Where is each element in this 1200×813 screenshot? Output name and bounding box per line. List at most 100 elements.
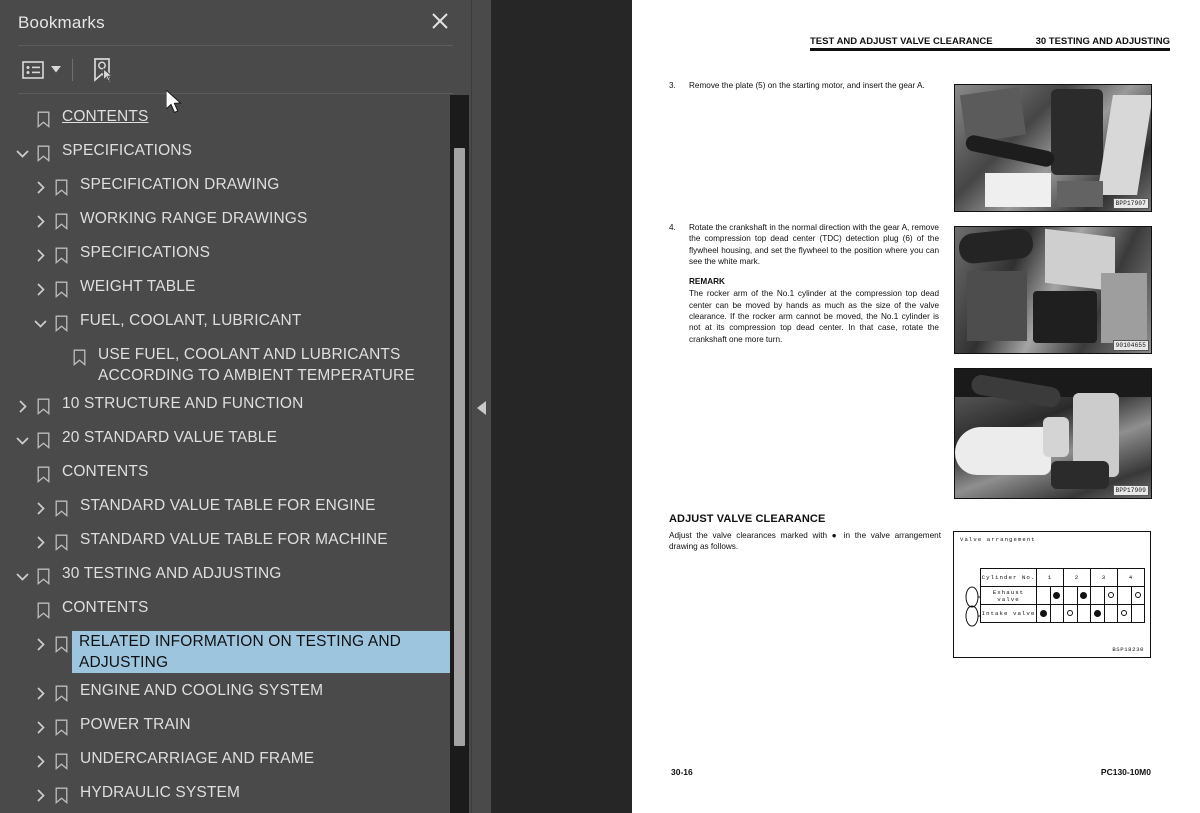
chevron-right-icon[interactable] xyxy=(12,394,32,418)
bookmark-item[interactable]: FUEL, COOLANT, LUBRICANT xyxy=(0,306,450,340)
bookmark-item[interactable]: USE FUEL, COOLANT AND LUBRICANTS ACCORDI… xyxy=(0,340,450,389)
chevron-right-icon[interactable] xyxy=(30,715,50,739)
chevron-right-icon[interactable] xyxy=(30,632,50,656)
bookmark-item[interactable]: SPECIFICATIONS xyxy=(0,238,450,272)
bookmark-item-label: CONTENTS xyxy=(62,463,149,480)
bookmark-item[interactable]: 30 TESTING AND ADJUSTING xyxy=(0,559,450,593)
bookmark-item[interactable]: CONTENTS xyxy=(0,593,450,627)
figure-2-caption: 90104655 xyxy=(1112,340,1149,351)
bookmark-item[interactable]: ENGINE AND COOLING SYSTEM xyxy=(0,676,450,710)
chevron-down-icon[interactable] xyxy=(12,141,32,165)
bookmarks-scrollbar-thumb[interactable] xyxy=(454,148,465,746)
chevron-down-icon[interactable] xyxy=(12,428,32,452)
bookmark-icon xyxy=(50,277,72,301)
exhaust-cell-5 xyxy=(1103,586,1118,605)
document-page: TEST AND ADJUST VALVE CLEARANCE 30 TESTI… xyxy=(632,0,1200,813)
bookmark-item-label: 10 STRUCTURE AND FUNCTION xyxy=(62,395,304,412)
exhaust-cell-3 xyxy=(1076,586,1091,605)
bookmark-item-label: SPECIFICATIONS xyxy=(62,142,193,159)
collapse-panel-arrow-icon[interactable] xyxy=(474,397,490,419)
row-header-cylinder: Cylinder No. xyxy=(980,568,1037,587)
exhaust-cell-2 xyxy=(1063,586,1078,605)
chevron-right-icon[interactable] xyxy=(30,749,50,773)
chevron-right-icon[interactable] xyxy=(30,496,50,520)
bookmark-item[interactable]: WEIGHT TABLE xyxy=(0,272,450,306)
chevron-right-icon[interactable] xyxy=(30,783,50,807)
intake-cell-3 xyxy=(1076,604,1091,623)
open-dot-icon xyxy=(1134,592,1141,599)
bookmark-item[interactable]: WORKING RANGE DRAWINGS xyxy=(0,204,450,238)
chevron-down-icon[interactable] xyxy=(30,311,50,335)
bookmarks-panel: Bookmarks CONTENTS SPECIFICATIONS SPECIF… xyxy=(0,0,472,813)
bookmark-icon xyxy=(50,530,72,554)
bookmark-icon xyxy=(32,564,54,588)
new-bookmark-icon[interactable] xyxy=(87,55,119,85)
header-rule xyxy=(810,48,1170,51)
bookmark-icon xyxy=(32,598,54,622)
intake-cell-1 xyxy=(1049,604,1064,623)
bookmark-item-label: ENGINE AND COOLING SYSTEM xyxy=(80,682,324,699)
chevron-right-icon[interactable] xyxy=(30,277,50,301)
bookmark-icon xyxy=(32,462,54,486)
header-left-text: TEST AND ADJUST VALVE CLEARANCE xyxy=(810,36,993,47)
bookmark-item-label: 20 STANDARD VALUE TABLE xyxy=(62,429,278,446)
exhaust-cell-4 xyxy=(1090,586,1105,605)
bookmark-item[interactable]: STANDARD VALUE TABLE FOR MACHINE xyxy=(0,525,450,559)
bookmark-item-label: SPECIFICATION DRAWING xyxy=(80,176,280,193)
intake-cell-4 xyxy=(1090,604,1105,623)
bookmark-icon xyxy=(50,632,72,656)
bookmark-icon xyxy=(50,749,72,773)
cylinder-2: 2 xyxy=(1063,568,1091,587)
bookmarks-scrollbar[interactable] xyxy=(450,95,469,813)
bookmark-item[interactable]: POWER TRAIN xyxy=(0,710,450,744)
open-dot-icon xyxy=(1107,592,1114,599)
chevron-down-icon[interactable] xyxy=(48,55,64,85)
chevron-right-icon[interactable] xyxy=(30,209,50,233)
cylinder-1: 1 xyxy=(1036,568,1064,587)
bookmark-item[interactable]: UNDERCARRIAGE AND FRAME xyxy=(0,744,450,778)
bookmark-item[interactable]: SPECIFICATIONS xyxy=(0,136,450,170)
section-body: Adjust the valve clearances marked with … xyxy=(669,531,941,552)
step-4-remark-heading: REMARK xyxy=(689,277,725,287)
chevron-right-icon[interactable] xyxy=(30,681,50,705)
filled-dot-icon xyxy=(1039,609,1047,617)
bookmark-item-label: USE FUEL, COOLANT AND LUBRICANTS ACCORDI… xyxy=(98,346,415,384)
bookmark-item[interactable]: CONTENTS xyxy=(0,102,450,136)
exhaust-cell-7 xyxy=(1130,586,1145,605)
chevron-down-icon[interactable] xyxy=(12,564,32,588)
bookmark-item-label: SPECIFICATIONS xyxy=(80,244,211,261)
section-title: ADJUST VALVE CLEARANCE xyxy=(669,513,826,525)
row-header-intake: Intake valve xyxy=(980,604,1037,623)
chevron-right-icon[interactable] xyxy=(30,243,50,267)
bookmark-item[interactable]: 20 STANDARD VALUE TABLE xyxy=(0,423,450,457)
bookmark-item[interactable]: RELATED INFORMATION ON TESTING AND ADJUS… xyxy=(0,627,450,676)
valve-figure-title: Valve arrangement xyxy=(960,536,1036,543)
bookmark-item[interactable]: CONTENTS xyxy=(0,457,450,491)
list-options-icon[interactable] xyxy=(18,55,48,85)
bookmark-item[interactable]: STANDARD VALUE TABLE FOR ENGINE xyxy=(0,491,450,525)
bookmark-icon xyxy=(32,107,54,131)
cylinder-4: 4 xyxy=(1117,568,1145,587)
close-icon[interactable] xyxy=(427,8,453,34)
cylinder-3: 3 xyxy=(1090,568,1118,587)
chevron-right-icon[interactable] xyxy=(30,530,50,554)
intake-cell-2 xyxy=(1063,604,1078,623)
valve-arrangement-table: Cylinder No. 1 2 3 4 Exhaust valve Intak… xyxy=(980,568,1145,623)
bookmarks-tree: CONTENTS SPECIFICATIONS SPECIFICATION DRAW… xyxy=(0,95,450,812)
step-3-number: 3. xyxy=(669,81,676,90)
bookmark-item-label: FUEL, COOLANT, LUBRICANT xyxy=(80,312,302,329)
filled-dot-icon xyxy=(1080,591,1088,599)
bookmarks-panel-header: Bookmarks xyxy=(18,0,453,46)
document-viewer[interactable]: TEST AND ADJUST VALVE CLEARANCE 30 TESTI… xyxy=(491,0,1200,813)
bookmark-item[interactable]: 10 STRUCTURE AND FUNCTION xyxy=(0,389,450,423)
chevron-right-icon[interactable] xyxy=(30,175,50,199)
bookmark-item[interactable]: SPECIFICATION DRAWING xyxy=(0,170,450,204)
figure-flywheel-housing: 90104655 xyxy=(954,226,1152,354)
valve-arrangement-figure: Valve arrangement Cylinder No. 1 2 3 4 E… xyxy=(953,531,1151,658)
bookmarks-tree-viewport: CONTENTS SPECIFICATIONS SPECIFICATION DRAW… xyxy=(0,95,450,813)
step-3: 3. Remove the plate (5) on the starting … xyxy=(669,80,941,91)
step-3-text: Remove the plate (5) on the starting mot… xyxy=(689,81,925,90)
bookmark-item-label: CONTENTS xyxy=(62,108,149,125)
bookmark-item-label: RELATED INFORMATION ON TESTING AND ADJUS… xyxy=(71,630,450,674)
bookmark-item[interactable]: HYDRAULIC SYSTEM xyxy=(0,778,450,812)
